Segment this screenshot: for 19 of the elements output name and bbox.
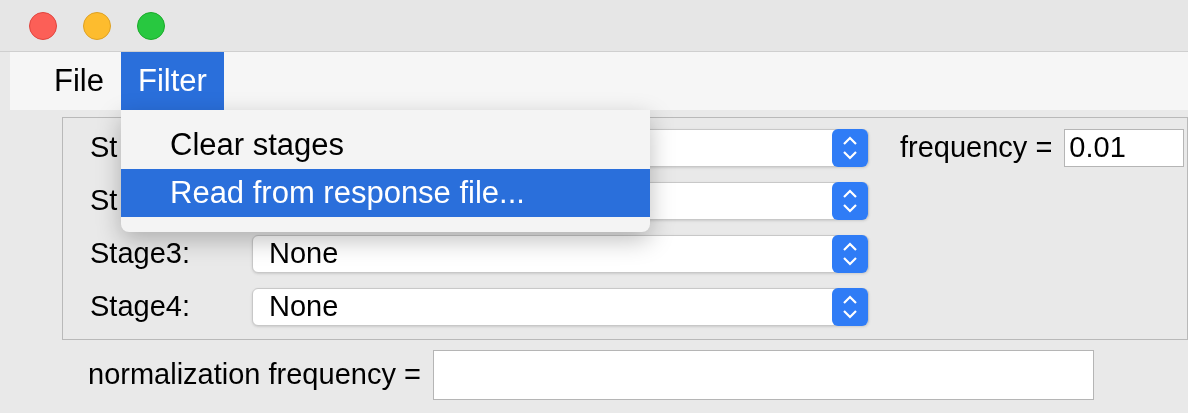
frequency-label: frequency = xyxy=(900,130,1053,166)
stage-label: St xyxy=(90,184,118,217)
frequency-field[interactable]: 0.01 xyxy=(1064,129,1185,167)
menu-item[interactable]: Read from response file... xyxy=(121,169,650,217)
menu-item[interactable]: Clear stages xyxy=(121,121,650,169)
minimize-button[interactable] xyxy=(83,11,111,40)
stage-label: Stage3: xyxy=(90,237,190,270)
stage-label: St xyxy=(90,131,118,164)
menu-title[interactable]: File xyxy=(37,52,121,110)
normalization-label: normalization frequency = xyxy=(88,357,421,393)
close-button[interactable] xyxy=(29,11,57,40)
stepper-icon xyxy=(832,288,868,326)
stage-label: Stage4: xyxy=(90,290,190,323)
stage-select[interactable]: None xyxy=(252,288,869,326)
normalization-field[interactable] xyxy=(432,350,1094,400)
stage-select[interactable]: None xyxy=(252,235,869,273)
menu-title[interactable]: Filter xyxy=(120,52,224,110)
zoom-button[interactable] xyxy=(137,11,165,40)
stepper-icon xyxy=(832,235,868,273)
